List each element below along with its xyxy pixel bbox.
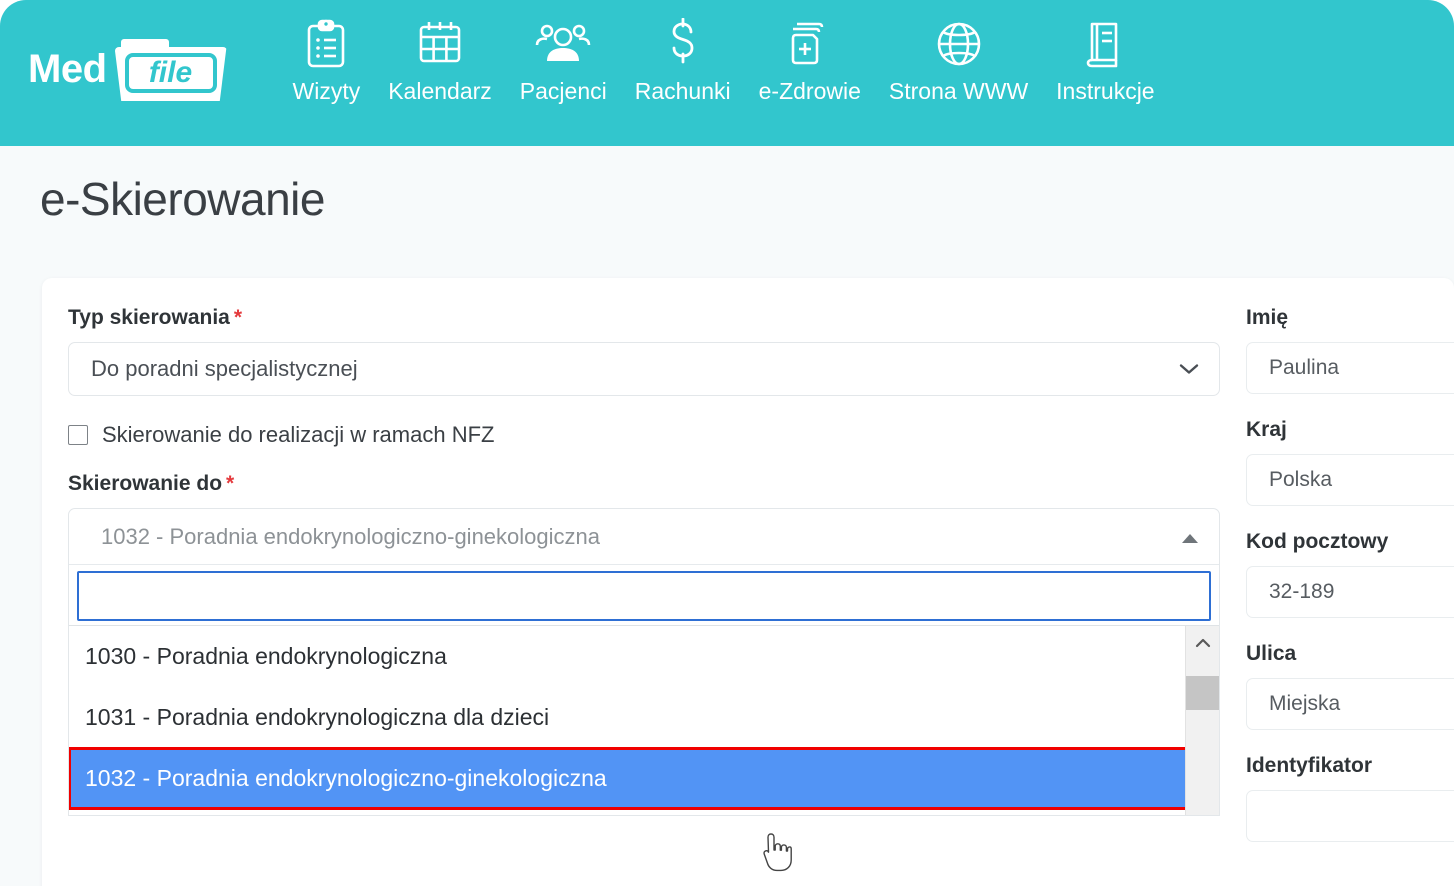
nav-label-wizyty: Wizyty bbox=[292, 78, 361, 104]
nav-label-ezdrowie: e-Zdrowie bbox=[758, 78, 861, 104]
option-1032[interactable]: 1032 - Poradnia endokrynologiczno-gineko… bbox=[69, 747, 1188, 810]
page-title: e-Skierowanie bbox=[40, 173, 325, 225]
input-kod-pocztowy[interactable]: 32-189 bbox=[1246, 566, 1454, 618]
label-identyfikator: Identyfikator bbox=[1246, 754, 1373, 777]
option-1031[interactable]: 1031 - Poradnia endokrynologiczna dla dz… bbox=[69, 687, 1187, 748]
select-typ-skierowania[interactable]: Do poradni specjalistycznej bbox=[68, 342, 1220, 396]
field-identyfikator: Identyfikator bbox=[1246, 754, 1454, 842]
input-imie[interactable]: Paulina bbox=[1246, 342, 1454, 394]
label-ulica: Ulica bbox=[1246, 642, 1297, 665]
checkbox-nfz-label: Skierowanie do realizacji w ramach NFZ bbox=[102, 422, 495, 447]
combobox-dropdown-panel: 1030 - Poradnia endokrynologiczna 1031 -… bbox=[69, 564, 1219, 815]
option-1030[interactable]: 1030 - Poradnia endokrynologiczna bbox=[69, 626, 1187, 687]
nav-items: Wizyty Kalendarz Pacjenci Rachunki e-Zdr… bbox=[279, 18, 1169, 105]
label-text: Skierowanie do bbox=[68, 472, 223, 495]
logo-text-file: file bbox=[124, 53, 217, 93]
checkbox-nfz[interactable]: Skierowanie do realizacji w ramach NFZ bbox=[68, 422, 1220, 448]
form-left-column: Typ skierowania * Do poradni specjalistyc… bbox=[68, 306, 1220, 816]
dollar-icon bbox=[663, 18, 703, 72]
combobox-options-area: 1030 - Poradnia endokrynologiczna 1031 -… bbox=[69, 625, 1219, 815]
label-skierowanie-do: Skierowanie do * bbox=[68, 472, 1220, 496]
scrollbar-thumb[interactable] bbox=[1186, 676, 1219, 710]
app-window: Med file Wizyty Kalendarz Pacjenci Rachu… bbox=[0, 0, 1454, 886]
input-ulica-value: Miejska bbox=[1269, 692, 1341, 715]
input-ulica[interactable]: Miejska bbox=[1246, 678, 1454, 730]
nav-item-rachunki[interactable]: Rachunki bbox=[621, 18, 745, 105]
option-label: 1030 - Poradnia endokrynologiczna bbox=[85, 643, 447, 669]
required-asterisk: * bbox=[233, 306, 243, 329]
combobox-skierowanie-do: 1032 - Poradnia endokrynologiczno-gineko… bbox=[68, 508, 1220, 816]
select-typ-skierowania-value: Do poradni specjalistycznej bbox=[91, 356, 358, 381]
label-typ-skierowania: Typ skierowania * bbox=[68, 306, 1220, 330]
label-kod-pocztowy: Kod pocztowy bbox=[1246, 530, 1389, 553]
nav-label-pacjenci: Pacjenci bbox=[519, 78, 607, 104]
label-imie: Imię bbox=[1246, 306, 1289, 329]
book-icon bbox=[1082, 18, 1128, 72]
option-label: 1031 - Poradnia endokrynologiczna dla dz… bbox=[85, 704, 550, 730]
nav-item-kalendarz[interactable]: Kalendarz bbox=[374, 18, 506, 105]
nav-item-ezdrowie[interactable]: e-Zdrowie bbox=[745, 18, 875, 105]
field-typ-skierowania: Typ skierowania * Do poradni specjalistyc… bbox=[68, 306, 1220, 396]
field-kod-pocztowy: Kod pocztowy 32-189 bbox=[1246, 530, 1454, 618]
checkbox-nfz-box[interactable] bbox=[68, 425, 88, 445]
option-label: 1032 - Poradnia endokrynologiczno-gineko… bbox=[85, 765, 607, 791]
nav-item-instrukcje[interactable]: Instrukcje bbox=[1042, 18, 1168, 105]
nav-item-strona-www[interactable]: Strona WWW bbox=[875, 18, 1042, 105]
combobox-selected-value: 1032 - Poradnia endokrynologiczno-gineko… bbox=[101, 523, 600, 549]
options-scrollbar[interactable] bbox=[1185, 626, 1219, 815]
clipboard-icon bbox=[303, 18, 349, 72]
top-navigation-bar: Med file Wizyty Kalendarz Pacjenci Rachu… bbox=[0, 0, 1454, 146]
required-asterisk: * bbox=[226, 472, 235, 495]
chevron-down-icon[interactable] bbox=[1179, 363, 1199, 376]
field-ulica: Ulica Miejska bbox=[1246, 642, 1454, 730]
nav-item-pacjenci[interactable]: Pacjenci bbox=[506, 18, 621, 105]
input-imie-value: Paulina bbox=[1269, 356, 1340, 379]
nav-label-kalendarz: Kalendarz bbox=[388, 78, 492, 104]
nav-label-strona-www: Strona WWW bbox=[888, 78, 1029, 104]
combobox-options-list: 1030 - Poradnia endokrynologiczna 1031 -… bbox=[69, 626, 1188, 810]
nav-item-wizyty[interactable]: Wizyty bbox=[279, 18, 375, 105]
calendar-icon bbox=[416, 18, 464, 72]
label-text: Typ skierowania bbox=[68, 306, 230, 329]
medical-document-icon bbox=[786, 18, 834, 72]
input-kod-pocztowy-value: 32-189 bbox=[1269, 580, 1335, 603]
combobox-selected-value-row[interactable]: 1032 - Poradnia endokrynologiczno-gineko… bbox=[69, 509, 1219, 564]
combobox-search-input[interactable] bbox=[77, 571, 1211, 621]
form-card: Typ skierowania * Do poradni specjalistyc… bbox=[42, 278, 1454, 886]
field-kraj: Kraj Polska bbox=[1246, 418, 1454, 506]
combobox-search-wrapper bbox=[69, 565, 1219, 625]
scroll-up-arrow-icon[interactable] bbox=[1186, 626, 1219, 660]
nav-label-rachunki: Rachunki bbox=[634, 78, 731, 104]
folder-icon: file bbox=[114, 37, 227, 101]
input-kraj-value: Polska bbox=[1269, 468, 1333, 491]
field-imie: Imię Paulina bbox=[1246, 306, 1454, 394]
input-identyfikator[interactable] bbox=[1246, 790, 1454, 842]
people-icon bbox=[535, 18, 591, 72]
input-kraj[interactable]: Polska bbox=[1246, 454, 1454, 506]
logo-text-med: Med bbox=[28, 47, 107, 91]
label-kraj: Kraj bbox=[1246, 418, 1287, 441]
patient-details-column: Imię Paulina Kraj Polska Kod pocztowy 32… bbox=[1246, 306, 1454, 866]
chevron-up-icon[interactable] bbox=[1181, 524, 1199, 550]
globe-icon bbox=[934, 18, 984, 72]
medfile-logo[interactable]: Med file bbox=[28, 37, 227, 101]
nav-label-instrukcje: Instrukcje bbox=[1056, 78, 1155, 104]
